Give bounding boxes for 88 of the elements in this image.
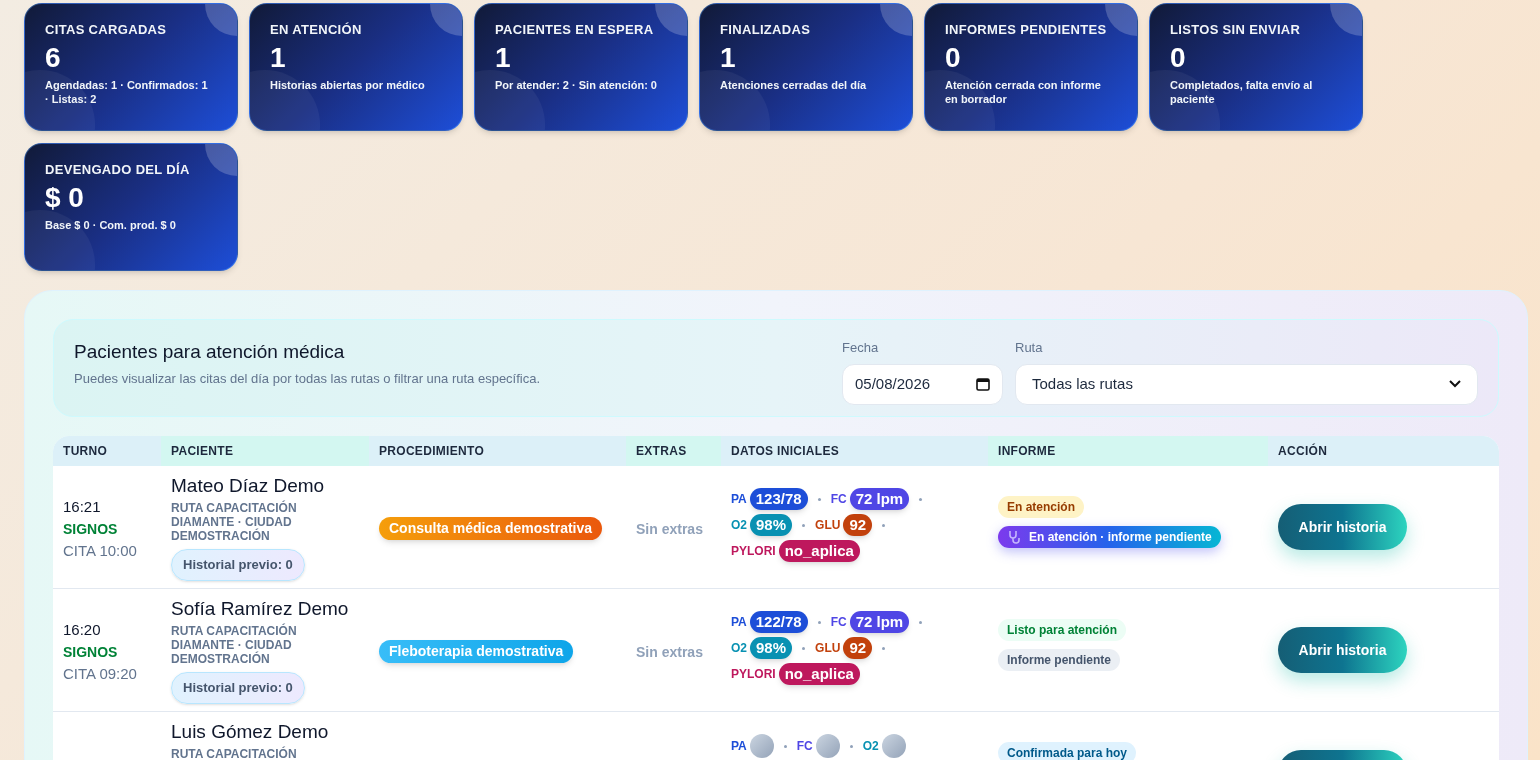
calendar-icon xyxy=(976,377,990,391)
vital-value: no_aplica xyxy=(778,540,860,562)
report-badge: En atención · informe pendiente xyxy=(998,526,1221,548)
stat-label: DEVENGADO DEL DÍA xyxy=(45,161,191,179)
column-header: ACCIÓN xyxy=(1268,436,1499,466)
history-button[interactable]: Historial previo: 0 xyxy=(171,671,305,704)
vital-label: FC xyxy=(830,491,847,508)
vital-label: FC xyxy=(796,738,813,755)
date-label: Fecha xyxy=(842,339,880,357)
vital-label: PA xyxy=(731,491,747,508)
stat-note: Atenciones cerradas del día xyxy=(720,77,868,92)
stat-value: 6 xyxy=(45,40,62,75)
vital-value: 72 lpm xyxy=(849,611,910,633)
route-label: Ruta xyxy=(1015,339,1044,357)
patient-name: Sofía Ramírez Demo xyxy=(171,597,350,621)
vital-value: 92 xyxy=(843,514,873,536)
column-header: TURNO xyxy=(53,436,161,466)
history-button[interactable]: Historial previo: 0 xyxy=(171,548,305,581)
vital-label: O2 xyxy=(731,640,747,657)
stage-label: SIGNOS xyxy=(63,519,119,539)
chevron-down-icon xyxy=(1449,380,1461,388)
stage-label: SIGNOS xyxy=(63,642,119,662)
empty-value-icon xyxy=(881,734,906,758)
panel-subtitle: Puedes visualizar las citas del día por todas las rutas o filtrar una ruta específica. xyxy=(74,369,541,388)
vital-value: 98% xyxy=(750,637,793,659)
stat-note: Atención cerrada con informe en borrador xyxy=(945,77,1102,106)
procedure-tag: Consulta médica demostrativa xyxy=(379,517,603,540)
panel-title: Pacientes para atención médica xyxy=(74,340,346,364)
extras-text: Sin extras xyxy=(636,521,703,537)
stat-note: Historias abiertas por médico xyxy=(270,77,426,92)
column-header: EXTRAS xyxy=(626,436,721,466)
stethoscope-icon xyxy=(1007,530,1021,544)
turn-time: 16:21 xyxy=(63,497,102,517)
stat-note: Base $ 0 · Com. prod. $ 0 xyxy=(45,217,177,232)
stat-note: Completados, falta envío al paciente xyxy=(1170,77,1314,106)
vital-value: 92 xyxy=(843,637,873,659)
vital-value: no_aplica xyxy=(778,663,860,685)
vital-label: O2 xyxy=(731,517,747,534)
route-select[interactable]: Todas las rutas xyxy=(1015,363,1478,405)
report-badge: En atención xyxy=(998,496,1084,518)
stat-value: 0 xyxy=(945,40,962,75)
column-header: INFORME xyxy=(988,436,1268,466)
stat-label: EN ATENCIÓN xyxy=(270,21,363,39)
procedure-tag: Fleboterapia demostrativa xyxy=(379,640,574,663)
patient-name: Mateo Díaz Demo xyxy=(171,474,326,498)
route-text: RUTA CAPACITACIÓN DIAMANTE · CIUDAD DEMOSTRACIÓN xyxy=(171,623,298,666)
stat-label: INFORMES PENDIENTES xyxy=(945,21,1108,39)
stat-value: 1 xyxy=(270,40,287,75)
patient-name: Luis Gómez Demo xyxy=(171,720,330,744)
stat-value: $ 0 xyxy=(45,180,85,215)
open-history-button[interactable]: Abrir historia xyxy=(1278,504,1407,550)
vital-label: PYLORI xyxy=(731,543,776,560)
vital-label: O2 xyxy=(862,738,879,755)
vital-label: PYLORI xyxy=(731,666,776,683)
vital-value: 98% xyxy=(750,514,793,536)
extras-text: Sin extras xyxy=(636,644,703,660)
route-text: RUTA CAPACITACIÓN DIAMANTE · CIUDAD DEMOSTRACIÓN xyxy=(171,500,298,543)
empty-value-icon xyxy=(749,734,774,758)
stat-value: 1 xyxy=(720,40,737,75)
vital-label: PA xyxy=(731,738,747,755)
report-badge: Informe pendiente xyxy=(998,649,1120,671)
turn-time: 16:20 xyxy=(63,620,102,640)
vital-value: 72 lpm xyxy=(849,488,910,510)
stat-label: PACIENTES EN ESPERA xyxy=(495,21,655,39)
stat-note: Por atender: 2 · Sin atención: 0 xyxy=(495,77,658,92)
date-field[interactable]: 05/08/2026 xyxy=(842,363,1003,405)
route-text: RUTA CAPACITACIÓN xyxy=(171,746,298,760)
vital-value: 122/78 xyxy=(749,611,808,633)
vital-label: PA xyxy=(731,614,747,631)
open-history-button[interactable]: Abrir historia xyxy=(1278,627,1407,673)
appointment-time: CITA 09:20 xyxy=(63,663,138,684)
column-header: DATOS INICIALES xyxy=(721,436,988,466)
vital-label: GLU xyxy=(815,640,841,657)
vital-label: FC xyxy=(830,614,847,631)
vital-value: 123/78 xyxy=(749,488,808,510)
vital-label: GLU xyxy=(815,517,841,534)
stat-value: 1 xyxy=(495,40,512,75)
column-header: PROCEDIMIENTO xyxy=(369,436,626,466)
report-badge: Listo para atención xyxy=(998,619,1127,641)
stat-label: FINALIZADAS xyxy=(720,21,812,39)
column-header: PACIENTE xyxy=(161,436,369,466)
stat-value: 0 xyxy=(1170,40,1187,75)
report-badge: Confirmada para hoy xyxy=(998,742,1137,760)
stat-label: CITAS CARGADAS xyxy=(45,21,168,39)
appointment-time: CITA 10:00 xyxy=(63,540,138,561)
stat-note: Agendadas: 1 · Confirmados: 1 · Listas: 2 xyxy=(45,77,209,106)
empty-value-icon xyxy=(815,734,840,758)
stat-label: LISTOS SIN ENVIAR xyxy=(1170,21,1302,39)
